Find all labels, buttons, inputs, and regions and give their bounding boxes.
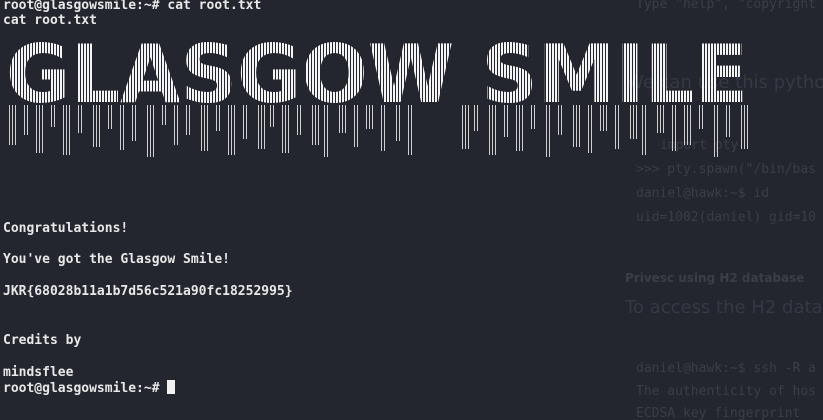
success-message: You've got the Glasgow Smile! [3,252,230,267]
bg-line: uid=1002(daniel) gid=10 [636,210,817,225]
bg-line: ECDSA key fingerprint [636,406,801,420]
command-text: cat root.txt [167,0,262,13]
terminal-window[interactable]: Type "help", "copyright We can use this … [0,0,823,420]
credits-name: mindsflee [3,365,74,380]
credits-label: Credits by [3,333,82,348]
bg-line: Type "help", "copyright [636,0,817,12]
command-echo: cat root.txt [3,13,97,28]
final-prompt-line[interactable]: root@glasgowsmile:~# [3,380,176,396]
bg-line: daniel@hawk:~$ ssh -R a [636,361,817,376]
bg-line: The authenticity of hos [636,384,817,399]
prompt: root@glasgowsmile:~# [3,381,168,396]
prompt: root@glasgowsmile:~# [3,0,168,13]
bg-line: To access the H2 databa [625,297,823,318]
ascii-art-banner: GLASGOW SMILE [6,30,748,157]
flag-text: JKR{68028b11a1b7d56c521a90fc18252995} [3,284,293,299]
bg-line: daniel@hawk:~$ id [636,186,770,201]
congrats-text: Congratulations! [3,221,129,236]
text-cursor[interactable] [167,380,176,394]
command-line: root@glasgowsmile:~# cat root.txt [3,0,261,13]
bg-line: >>> pty.spawn("/bin/bas [636,162,817,177]
bg-line: Privesc using H2 database [625,271,805,285]
